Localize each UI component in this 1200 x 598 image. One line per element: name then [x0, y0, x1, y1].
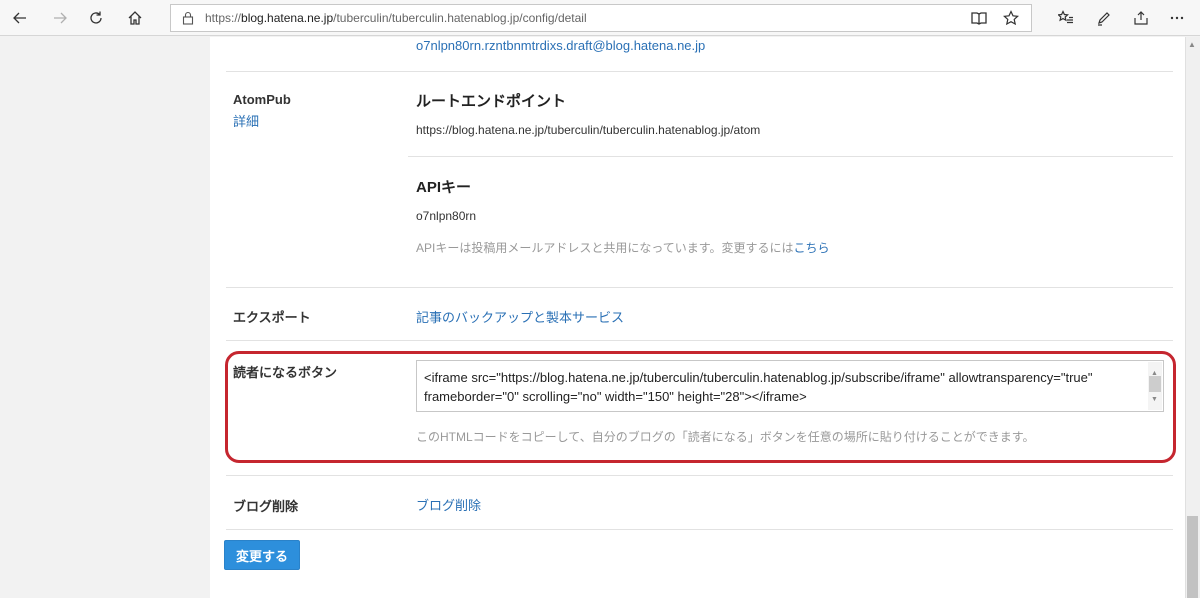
- refresh-icon[interactable]: [83, 5, 109, 31]
- submit-button[interactable]: 変更する: [224, 540, 300, 570]
- blog-delete-label: ブログ削除: [233, 499, 299, 514]
- settings-panel: [210, 37, 1185, 598]
- api-key-note: APIキーは投稿用メールアドレスと共用になっています。変更するにはこちら: [416, 241, 830, 255]
- export-link[interactable]: 記事のバックアップと製本サービス: [416, 307, 624, 326]
- api-key-heading: APIキー: [416, 179, 472, 196]
- reading-view-icon[interactable]: [971, 10, 987, 26]
- pen-notes-icon[interactable]: [1091, 5, 1117, 31]
- page-scroll-thumb[interactable]: [1187, 516, 1198, 598]
- api-key-value: o7nlpn80rn: [416, 209, 477, 223]
- favorite-star-icon[interactable]: [1003, 10, 1019, 26]
- divider: [408, 156, 1173, 157]
- divider: [226, 71, 1173, 72]
- divider: [226, 529, 1173, 530]
- forward-icon[interactable]: [47, 5, 73, 31]
- blog-delete-link[interactable]: ブログ削除: [416, 495, 481, 514]
- divider: [226, 340, 1173, 341]
- divider: [226, 475, 1173, 476]
- address-bar[interactable]: https://blog.hatena.ne.jp/tuberculin/tub…: [170, 4, 1032, 32]
- root-endpoint-heading: ルートエンドポイント: [416, 93, 567, 110]
- atompub-label: AtomPub: [233, 92, 291, 107]
- draft-mail-address[interactable]: o7nlpn80rn.rzntbnmtrdixs.draft@blog.hate…: [416, 38, 705, 53]
- chevron-up-icon[interactable]: ▲: [1188, 40, 1196, 49]
- share-icon[interactable]: [1128, 5, 1154, 31]
- favorites-list-icon[interactable]: [1053, 5, 1079, 31]
- more-options-icon[interactable]: [1164, 5, 1190, 31]
- highlight-annotation: [225, 351, 1176, 463]
- page-scrollbar[interactable]: [1185, 37, 1200, 598]
- url-text: https://blog.hatena.ne.jp/tuberculin/tub…: [205, 11, 587, 25]
- root-endpoint-url: https://blog.hatena.ne.jp/tuberculin/tub…: [416, 123, 761, 137]
- lock-icon: [182, 11, 194, 25]
- home-icon[interactable]: [122, 5, 148, 31]
- atompub-detail-link[interactable]: 詳細: [233, 111, 259, 130]
- divider: [226, 287, 1173, 288]
- export-label: エクスポート: [233, 310, 311, 325]
- browser-toolbar: https://blog.hatena.ne.jp/tuberculin/tub…: [0, 0, 1200, 36]
- api-key-change-link[interactable]: こちら: [794, 241, 830, 255]
- back-icon[interactable]: [7, 5, 33, 31]
